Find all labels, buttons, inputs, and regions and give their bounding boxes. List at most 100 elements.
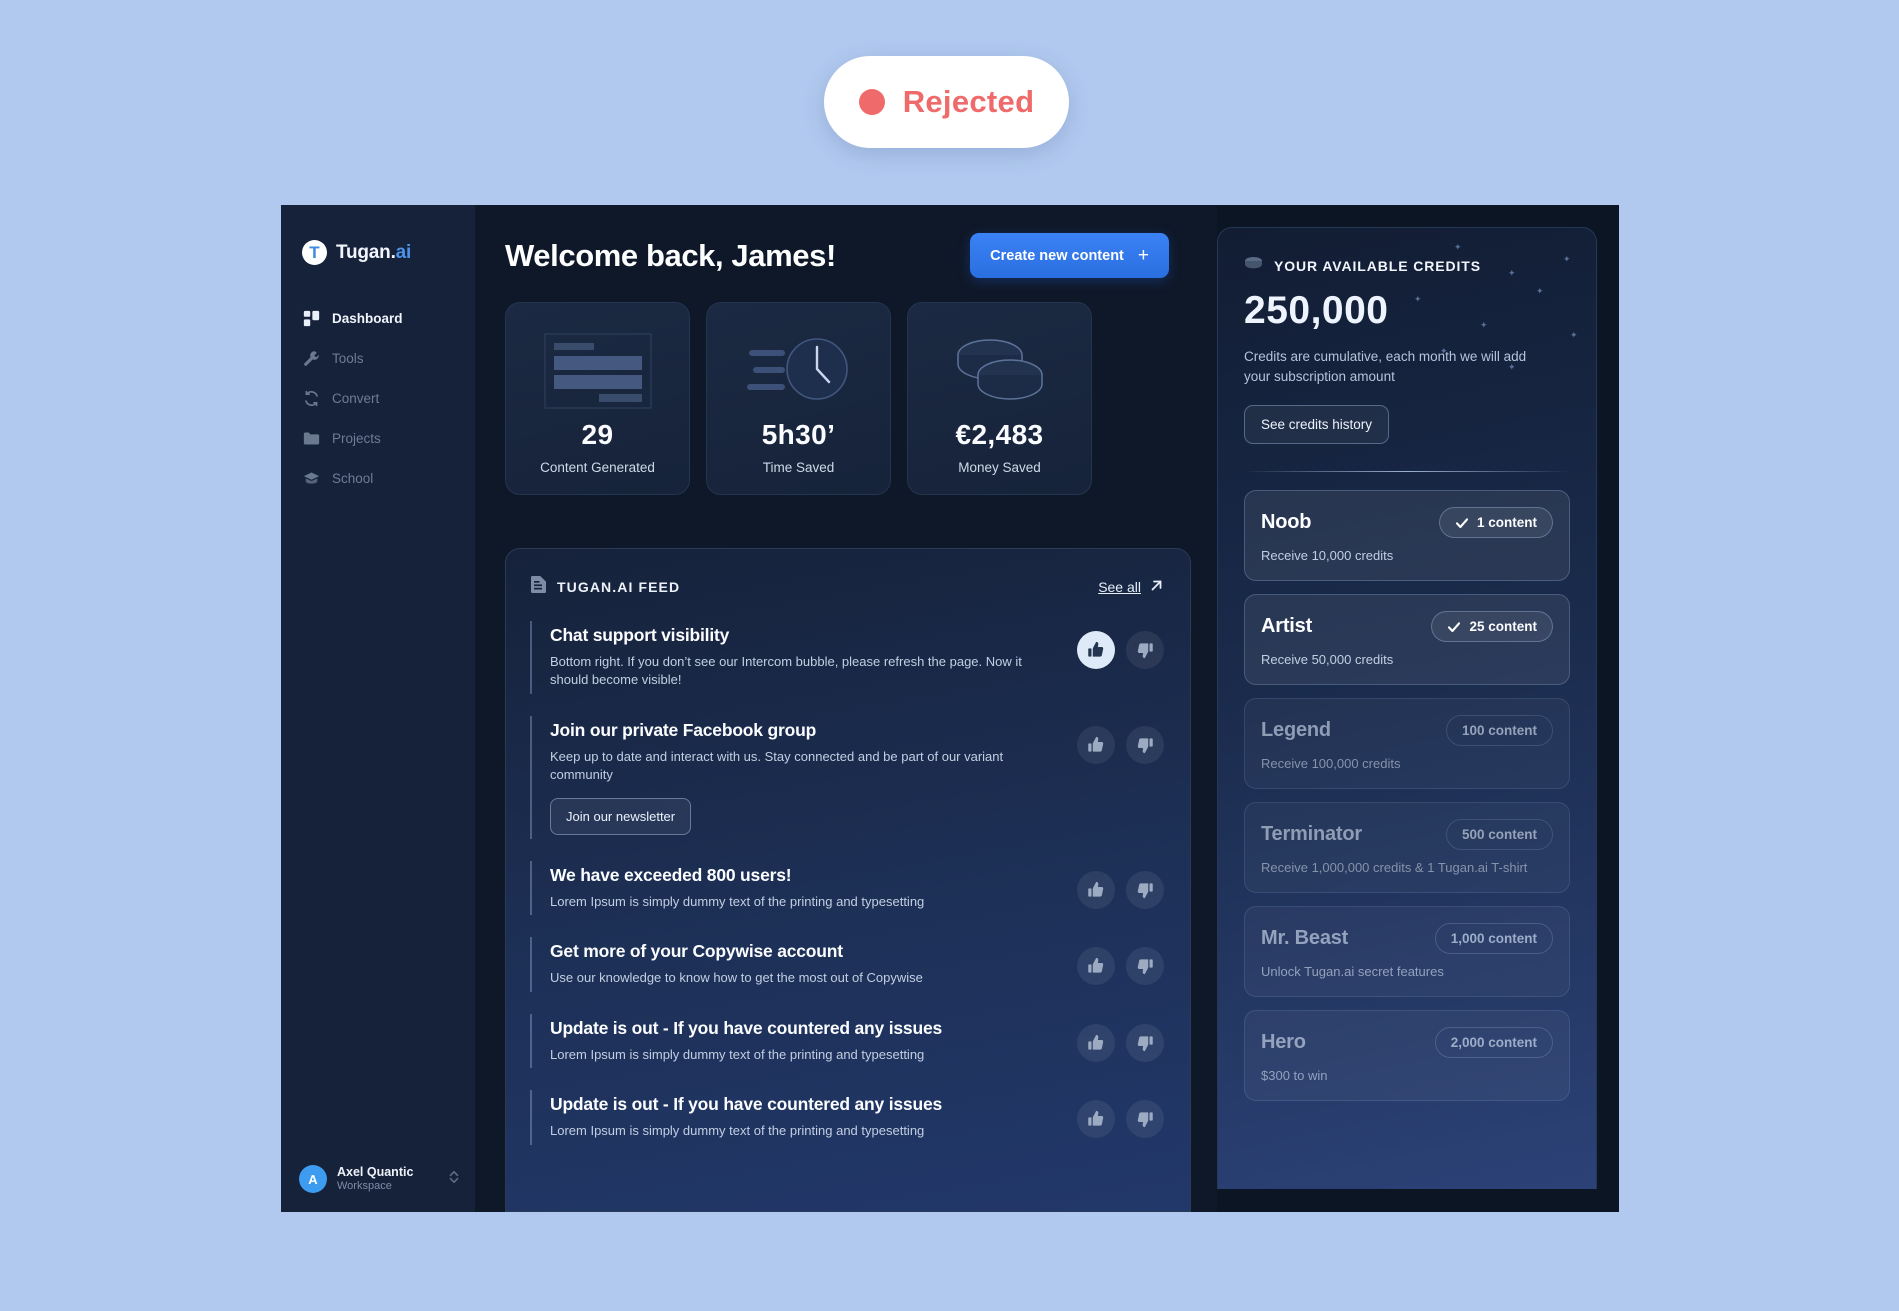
sidebar-item-convert[interactable]: Convert	[281, 381, 475, 416]
stat-value: 5h30’	[761, 419, 836, 450]
sidebar-item-tools[interactable]: Tools	[281, 341, 475, 376]
feed-title: TUGAN.AI FEED	[557, 579, 681, 595]
see-all-label: See all	[1098, 579, 1141, 595]
sidebar-item-label: Tools	[332, 351, 364, 366]
feed-item-title: We have exceeded 800 users!	[550, 864, 792, 885]
tier-name: Terminator	[1261, 823, 1362, 846]
tier-badge: 100 content	[1445, 715, 1553, 747]
thumbs-down-button[interactable]	[1126, 1100, 1164, 1139]
list-item: Update is out - If you have countered an…	[530, 1090, 1164, 1145]
see-all-link[interactable]: See all	[1098, 578, 1164, 596]
thumbs-up-button[interactable]	[1077, 631, 1115, 669]
thumbs-down-icon	[1137, 1036, 1153, 1051]
stat-value: €2,483	[955, 419, 1044, 450]
sidebar-item-projects[interactable]: Projects	[281, 421, 475, 456]
workspace-subtitle: Workspace	[337, 1180, 392, 1193]
tier-card-hero[interactable]: Hero 2,000 content $300 to win	[1244, 1010, 1570, 1102]
thumbs-down-button[interactable]	[1126, 725, 1164, 764]
tier-card-legend[interactable]: Legend 100 content Receive 100,000 credi…	[1244, 698, 1570, 790]
feed-item-body: We have exceeded 800 users! Lorem Ipsum …	[550, 865, 1077, 911]
brand-logo[interactable]: T Tugan.ai	[281, 229, 475, 265]
tier-name: Hero	[1261, 1031, 1306, 1054]
thumbs-up-icon	[1088, 1034, 1104, 1050]
star-icon: ✦	[1454, 242, 1462, 252]
sidebar-item-dashboard[interactable]: Dashboard	[281, 301, 475, 336]
feed-item-actions	[1077, 1094, 1164, 1139]
circle-dot-icon	[858, 89, 885, 115]
sidebar-item-school[interactable]: School	[281, 461, 475, 496]
tier-badge: 1,000 content	[1434, 923, 1553, 955]
thumbs-up-button[interactable]	[1077, 1100, 1115, 1139]
thumbs-up-button[interactable]	[1077, 725, 1115, 764]
tier-badge: 25 content	[1431, 611, 1553, 643]
refresh-icon	[303, 390, 320, 407]
tier-card-terminator[interactable]: Terminator 500 content Receive 1,000,000…	[1244, 802, 1570, 894]
feed-item-description: Lorem Ipsum is simply dummy text of the …	[550, 1123, 925, 1139]
thumbs-down-icon	[1137, 738, 1153, 754]
thumbs-down-button[interactable]	[1126, 631, 1164, 669]
feed-header: TUGAN.AI FEED See all	[530, 575, 1164, 599]
feed-item-description: Use our knowledge to know how to get the…	[550, 970, 923, 986]
tier-row: Legend 100 content	[1261, 715, 1553, 747]
feed-item-actions	[1077, 865, 1164, 909]
tier-row: Hero 2,000 content	[1261, 1027, 1553, 1059]
thumbs-up-button[interactable]	[1077, 947, 1115, 986]
stat-card-time-saved: 5h30’ Time Saved	[706, 302, 891, 495]
create-new-content-button[interactable]: Create new content +	[970, 233, 1169, 278]
feed-item-actions	[1077, 1018, 1164, 1062]
tier-card-artist[interactable]: Artist 25 content Receive 50,000 credits	[1244, 594, 1570, 686]
list-item: Join our private Facebook group Keep up …	[530, 715, 1164, 839]
thumbs-down-button[interactable]	[1126, 1023, 1164, 1062]
tier-card-noob[interactable]: Noob 1 content Receive 10,000 credits	[1244, 490, 1570, 582]
credits-note: Credits are cumulative, each month we wi…	[1244, 349, 1527, 384]
tier-subtitle: Receive 10,000 credits	[1261, 548, 1394, 564]
join-newsletter-button[interactable]: Join our newsletter	[550, 797, 692, 835]
feed-item-title: Get more of your Copywise account	[550, 941, 843, 962]
document-icon	[530, 575, 547, 599]
dashboard-icon	[303, 310, 320, 327]
feed-item-description: Bottom right. If you don’t see our Inter…	[550, 654, 1022, 688]
feed-item-actions	[1077, 941, 1164, 986]
credits-header: YOUR AVAILABLE CREDITS	[1244, 256, 1570, 276]
list-item: Chat support visibility Bottom right. If…	[530, 621, 1164, 694]
feed-item-description: Lorem Ipsum is simply dummy text of the …	[550, 893, 925, 909]
thumbs-down-icon	[1137, 643, 1153, 659]
coins-icon	[948, 323, 1052, 419]
chevron-updown-icon	[447, 1167, 461, 1192]
divider	[1244, 471, 1570, 473]
create-new-content-label: Create new content	[990, 247, 1124, 264]
workspace-switcher[interactable]: A Axel Quantic Workspace	[281, 1165, 475, 1194]
sidebar-item-label: School	[332, 471, 374, 486]
sidebar-item-label: Dashboard	[332, 311, 403, 326]
thumbs-up-icon	[1088, 641, 1104, 657]
thumbs-down-button[interactable]	[1126, 870, 1164, 909]
thumbs-down-button[interactable]	[1126, 947, 1164, 986]
stat-card-content-generated: 29 Content Generated	[505, 302, 690, 495]
tier-badge: 500 content	[1445, 819, 1553, 851]
thumbs-up-button[interactable]	[1077, 870, 1115, 909]
thumbs-up-icon	[1088, 881, 1104, 897]
tier-list: Noob 1 content Receive 10,000 credits Ar…	[1244, 490, 1570, 1102]
stat-label: Content Generated	[540, 460, 655, 475]
workspace-name: Axel Quantic	[337, 1164, 414, 1179]
feed-item-description: Lorem Ipsum is simply dummy text of the …	[550, 1046, 925, 1062]
see-credits-history-button[interactable]: See credits history	[1244, 405, 1390, 445]
tier-subtitle: Receive 100,000 credits	[1261, 756, 1401, 772]
plus-icon: +	[1137, 245, 1149, 266]
tier-row: Artist 25 content	[1261, 611, 1553, 643]
feed-item-title: Chat support visibility	[550, 625, 730, 645]
arrow-up-right-icon	[1149, 578, 1164, 596]
thumbs-up-button[interactable]	[1077, 1023, 1115, 1062]
tier-card-mr-beast[interactable]: Mr. Beast 1,000 content Unlock Tugan.ai …	[1244, 906, 1570, 998]
tier-subtitle: Unlock Tugan.ai secret features	[1261, 964, 1444, 980]
thumbs-down-icon	[1137, 1112, 1153, 1128]
tier-subtitle: Receive 1,000,000 credits & 1 Tugan.ai T…	[1261, 860, 1528, 876]
status-badge-label: Rejected	[902, 84, 1035, 119]
feed-item-body: Update is out - If you have countered an…	[550, 1018, 1077, 1064]
sidebar-nav: Dashboard Tools Convert Projects School	[281, 301, 475, 496]
wrench-icon	[303, 350, 320, 367]
stats-row: 29 Content Generated 5h30’ Time Saved €2…	[505, 302, 1191, 495]
feed-item-description: Keep up to date and interact with us. St…	[550, 748, 1004, 783]
tier-badge-label: 1,000 content	[1450, 931, 1537, 947]
workspace-text: Axel Quantic Workspace	[337, 1165, 413, 1194]
